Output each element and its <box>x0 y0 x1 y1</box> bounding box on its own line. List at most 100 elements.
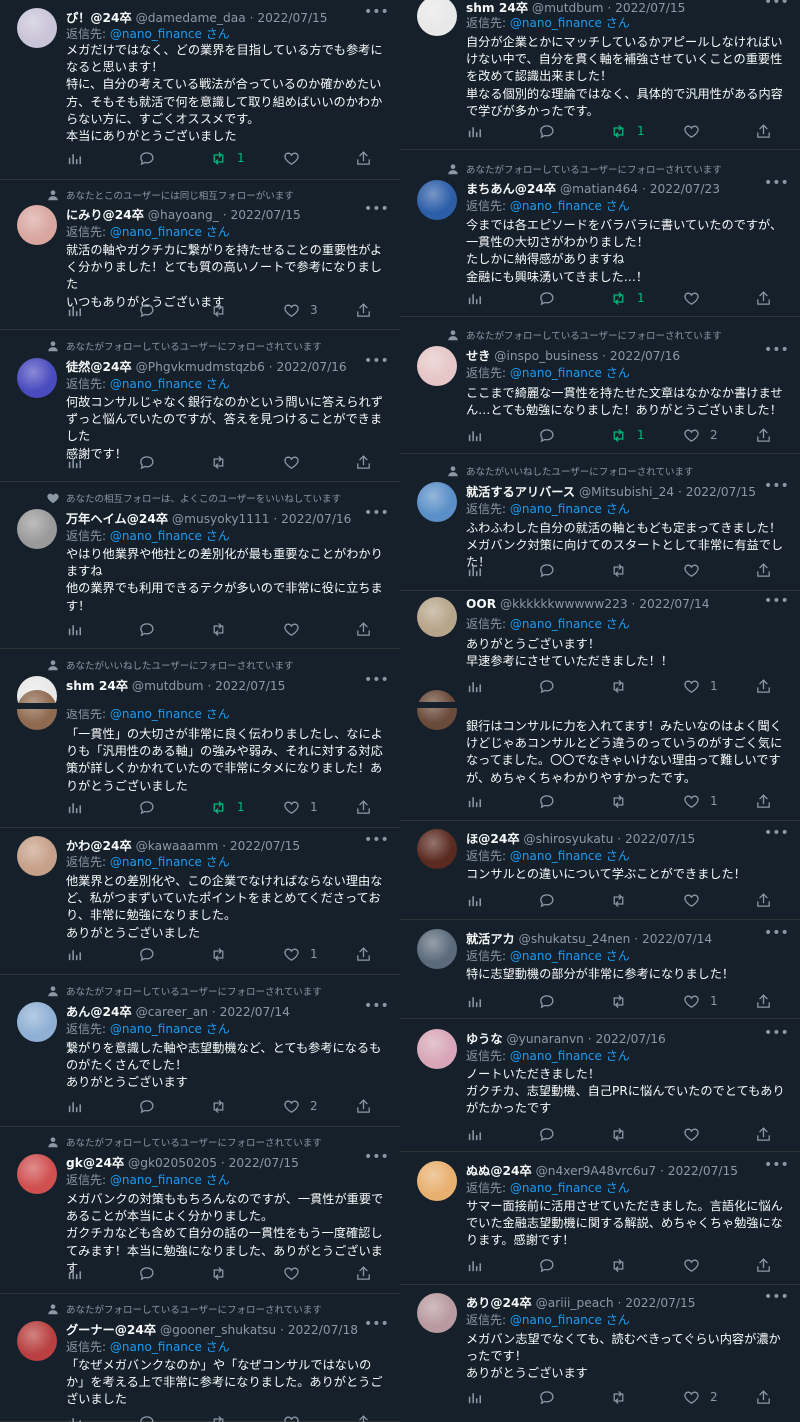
like-button[interactable]: 1 <box>283 944 318 964</box>
reply-to-link[interactable]: @nano_finance さん <box>110 529 230 543</box>
share-button[interactable] <box>755 1387 772 1407</box>
avatar[interactable] <box>417 829 457 869</box>
tweet-card[interactable]: あり@24卒 @ariii_peach · 2022/07/15 ••• 返信先: … <box>400 1285 800 1422</box>
views-button[interactable] <box>466 121 483 141</box>
display-name[interactable]: ゆうな <box>466 1032 503 1046</box>
display-name[interactable]: gk@24卒 <box>66 1156 124 1170</box>
tweet-card[interactable]: あなたがフォローしているユーザーにフォローされています グーナー@24卒 @goo… <box>0 1294 400 1422</box>
more-icon[interactable]: ••• <box>764 176 789 194</box>
retweet-button[interactable]: 1 <box>610 288 645 308</box>
retweet-button[interactable] <box>610 1387 637 1407</box>
tweet-card[interactable]: ぬぬ@24卒 @n4xer9A48vrc6u7 · 2022/07/15 ••• 返… <box>400 1152 800 1285</box>
share-button[interactable] <box>355 944 372 964</box>
retweet-button[interactable] <box>610 676 637 696</box>
reply-to-link[interactable]: @nano_finance さん <box>510 16 630 30</box>
more-icon[interactable]: ••• <box>764 1290 789 1308</box>
display-name[interactable]: グーナー@24卒 <box>66 1323 156 1337</box>
retweet-button[interactable] <box>610 991 637 1011</box>
avatar[interactable] <box>417 482 457 522</box>
reply-button[interactable] <box>138 1096 165 1116</box>
like-button[interactable] <box>283 619 310 639</box>
tweet-card[interactable]: OOR @kkkkkkwwwww223 · 2022/07/14 ••• 返信先: … <box>400 591 800 705</box>
tweet-card[interactable]: あなたがフォローしているユーザーにフォローされています 徒然@24卒 @Phgvk… <box>0 330 400 482</box>
tweet-card[interactable]: あなたとこのユーザーには同じ相互フォローがいます にみり@24卒 @hayoang… <box>0 180 400 330</box>
reply-button[interactable] <box>538 288 565 308</box>
display-name[interactable]: ほ@24卒 <box>466 832 520 846</box>
views-button[interactable] <box>466 425 483 445</box>
like-button[interactable] <box>283 148 310 168</box>
reply-button[interactable] <box>138 797 165 817</box>
avatar[interactable] <box>17 358 57 398</box>
share-button[interactable] <box>355 300 372 320</box>
display-name[interactable]: にみり@24卒 <box>66 208 144 222</box>
avatar[interactable] <box>417 597 457 637</box>
share-button[interactable] <box>755 791 772 811</box>
avatar[interactable] <box>417 346 457 386</box>
reply-to-link[interactable]: @nano_finance さん <box>510 1181 630 1195</box>
like-button[interactable]: 3 <box>283 300 318 320</box>
like-button[interactable]: 2 <box>683 1387 718 1407</box>
more-icon[interactable]: ••• <box>764 343 789 361</box>
more-icon[interactable]: ••• <box>764 0 789 13</box>
like-button[interactable] <box>283 1412 310 1422</box>
reply-to-link[interactable]: @nano_finance さん <box>510 1313 630 1327</box>
tweet-card[interactable]: あなたがフォローしているユーザーにフォローされています せき @inspo_bus… <box>400 317 800 454</box>
avatar[interactable] <box>17 690 57 730</box>
display-name[interactable]: 万年ヘイム@24卒 <box>66 512 168 526</box>
display-name[interactable]: あん@24卒 <box>66 1005 132 1019</box>
tweet-card[interactable]: ぴ！@24卒 @damedame_daa · 2022/07/15 ••• 返信先:… <box>0 0 400 180</box>
tweet-card[interactable]: あなたがフォローしているユーザーにフォローされています gk@24卒 @gk020… <box>0 1127 400 1294</box>
retweet-button[interactable]: 1 <box>610 121 645 141</box>
tweet-card[interactable]: 就活アカ @shukatsu_24nen · 2022/07/14 ••• 返信先:… <box>400 920 800 1019</box>
more-icon[interactable]: ••• <box>364 506 389 524</box>
share-button[interactable] <box>355 797 372 817</box>
display-name[interactable]: ぬぬ@24卒 <box>466 1164 532 1178</box>
more-icon[interactable]: ••• <box>364 202 389 220</box>
reply-button[interactable] <box>538 791 565 811</box>
more-icon[interactable]: ••• <box>364 5 389 23</box>
reply-button[interactable] <box>138 148 165 168</box>
avatar[interactable] <box>417 690 457 730</box>
reply-button[interactable] <box>538 676 565 696</box>
views-button[interactable] <box>66 1096 83 1116</box>
avatar[interactable] <box>17 1154 57 1194</box>
like-button[interactable] <box>683 121 710 141</box>
more-icon[interactable]: ••• <box>764 1158 789 1176</box>
reply-to-link[interactable]: @nano_finance さん <box>510 199 630 213</box>
like-button[interactable] <box>683 890 710 910</box>
display-name[interactable]: まちあん@24卒 <box>466 182 556 196</box>
share-button[interactable] <box>755 991 772 1011</box>
tweet-card[interactable]: かわ@24卒 @kawaaamm · 2022/07/15 ••• 返信先: @na… <box>0 828 400 975</box>
views-button[interactable] <box>466 890 483 910</box>
tweet-card[interactable]: 返信先: @nano_finance さん 「一貫性」の大切さが非常に良く伝わりま… <box>0 690 400 828</box>
reply-button[interactable] <box>538 991 565 1011</box>
reply-button[interactable] <box>538 121 565 141</box>
retweet-button[interactable] <box>210 1412 237 1422</box>
views-button[interactable] <box>466 288 483 308</box>
like-button[interactable] <box>683 1124 710 1144</box>
tweet-card[interactable]: ゆうな @yunaranvn · 2022/07/16 ••• 返信先: @nano… <box>400 1019 800 1152</box>
more-icon[interactable]: ••• <box>364 354 389 372</box>
reply-button[interactable] <box>538 425 565 445</box>
views-button[interactable] <box>66 1412 83 1422</box>
reply-button[interactable] <box>138 944 165 964</box>
reply-to-link[interactable]: @nano_finance さん <box>110 1022 230 1036</box>
display-name[interactable]: OOR <box>466 597 496 611</box>
reply-button[interactable] <box>138 452 165 472</box>
display-name[interactable]: shm 24卒 <box>66 679 128 693</box>
reply-button[interactable] <box>538 560 565 580</box>
like-button[interactable]: 1 <box>683 676 718 696</box>
reply-to-link[interactable]: @nano_finance さん <box>510 502 630 516</box>
retweet-button[interactable] <box>210 944 237 964</box>
share-button[interactable] <box>755 1124 772 1144</box>
tweet-card[interactable]: あなたがいいねしたユーザーにフォローされています 就活するアリバース @Mitsu… <box>400 454 800 591</box>
tweet-card[interactable]: ほ@24卒 @shirosyukatu · 2022/07/15 ••• 返信先: … <box>400 821 800 920</box>
like-button[interactable] <box>283 452 310 472</box>
reply-to-link[interactable]: @nano_finance さん <box>110 1340 230 1354</box>
views-button[interactable] <box>466 1387 483 1407</box>
more-icon[interactable]: ••• <box>764 926 789 944</box>
views-button[interactable] <box>66 1263 83 1283</box>
tweet-card[interactable]: shm 24卒 @mutdbum · 2022/07/15 ••• 返信先: @na… <box>400 0 800 150</box>
like-button[interactable]: 1 <box>683 991 718 1011</box>
like-button[interactable]: 2 <box>283 1096 318 1116</box>
